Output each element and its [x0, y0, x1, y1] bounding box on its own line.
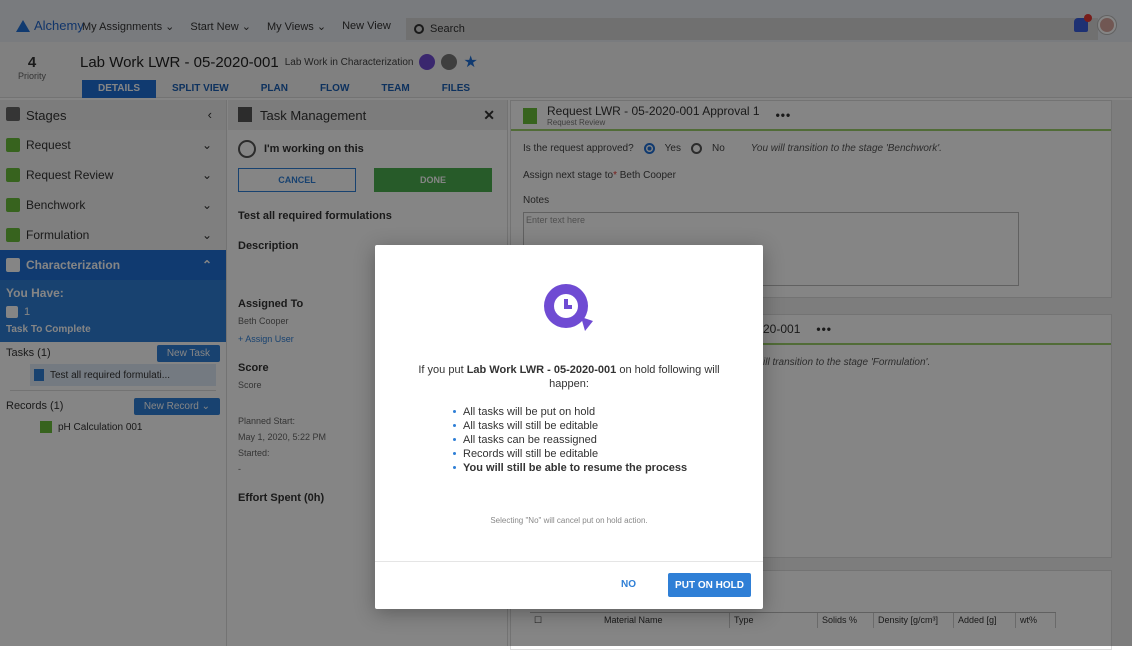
list-item: All tasks can be reassigned: [453, 433, 687, 447]
intro-bold: Lab Work LWR - 05-2020-001: [466, 364, 617, 376]
list-item: All tasks will be put on hold: [453, 405, 687, 419]
put-on-hold-dialog: If you put Lab Work LWR - 05-2020-001 on…: [375, 245, 763, 609]
hold-clock-icon: [544, 284, 593, 331]
list-item: You will still be able to resume the pro…: [453, 461, 687, 475]
put-on-hold-button[interactable]: PUT ON HOLD: [668, 573, 751, 597]
dialog-note: Selecting "No" will cancel put on hold a…: [490, 516, 648, 525]
consequence-list: All tasks will be put on hold All tasks …: [453, 405, 687, 475]
no-button[interactable]: NO: [621, 579, 636, 590]
dialog-intro: If you put Lab Work LWR - 05-2020-001 on…: [375, 363, 763, 391]
dialog-divider: [375, 561, 763, 562]
intro-pre: If you put: [418, 364, 467, 376]
list-item: All tasks will still be editable: [453, 419, 687, 433]
list-item: Records will still be editable: [453, 447, 687, 461]
